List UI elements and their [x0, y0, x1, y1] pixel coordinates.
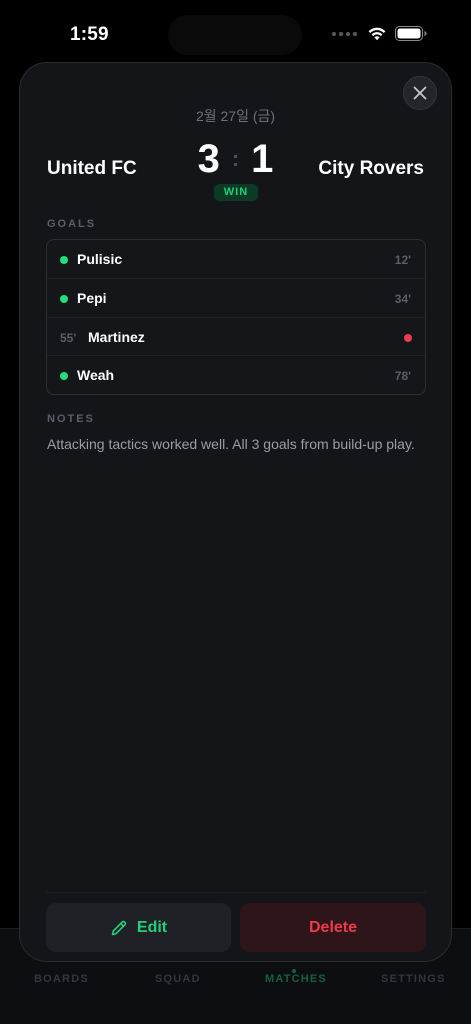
match-date: 2월 27일 (금)	[195, 108, 276, 124]
edit-button-label: Edit	[136, 918, 168, 936]
away-score: 1	[251, 137, 274, 181]
goal-scorer: Weah	[77, 367, 115, 384]
wifi-icon	[368, 27, 386, 41]
result-badge: WIN	[214, 184, 258, 201]
home-score: 3	[197, 137, 220, 181]
tab-settings[interactable]: SETTINGS	[381, 973, 446, 985]
close-button[interactable]	[403, 76, 437, 110]
goals-list: Pulisic 12' Pepi 34' 55' Martinez Weah 7…	[46, 239, 426, 395]
goal-minute: 78'	[394, 369, 411, 384]
status-bar: 1:59	[0, 0, 471, 60]
away-goal-dot	[404, 333, 412, 342]
goal-scorer: Pepi	[77, 289, 107, 306]
close-icon	[413, 86, 427, 100]
delete-button-label: Delete	[308, 918, 358, 936]
tab-boards[interactable]: BOARDS	[34, 973, 89, 985]
status-time: 1:59	[70, 24, 109, 45]
goals-section-label: GOALS	[47, 218, 97, 230]
goal-scorer: Martinez	[88, 328, 145, 345]
notes-section-label: NOTES	[47, 413, 95, 425]
goal-scorer: Pulisic	[77, 251, 123, 267]
dynamic-island	[168, 15, 302, 55]
scoreline: 3 : 1	[20, 135, 451, 183]
home-goal-dot	[60, 256, 68, 264]
goal-minute: 12'	[394, 253, 411, 267]
battery-icon	[395, 26, 427, 41]
goal-row: Pulisic 12'	[47, 240, 425, 279]
tab-squad[interactable]: SQUAD	[155, 973, 201, 985]
footer-divider	[46, 892, 426, 893]
home-goal-dot	[60, 294, 68, 303]
edit-button[interactable]: Edit	[46, 903, 231, 952]
match-detail-sheet: 2월 27일 (금) United FC City Rovers 3 : 1 W…	[19, 62, 452, 962]
pencil-icon	[111, 920, 127, 935]
goal-row: Pepi 34'	[47, 279, 425, 318]
home-goal-dot	[60, 372, 68, 381]
goal-minute: 34'	[394, 291, 411, 306]
delete-button[interactable]: Delete	[240, 903, 426, 952]
status-icons	[332, 26, 427, 41]
goal-row: Weah 78'	[47, 356, 425, 395]
tab-matches[interactable]: MATCHES	[265, 973, 327, 985]
score-separator: :	[231, 146, 240, 171]
signal-dots-icon	[332, 31, 357, 36]
notes-text: Attacking tactics worked well. All 3 goa…	[47, 436, 415, 452]
goal-minute: 55'	[60, 330, 77, 345]
goal-row: 55' Martinez	[47, 318, 425, 357]
